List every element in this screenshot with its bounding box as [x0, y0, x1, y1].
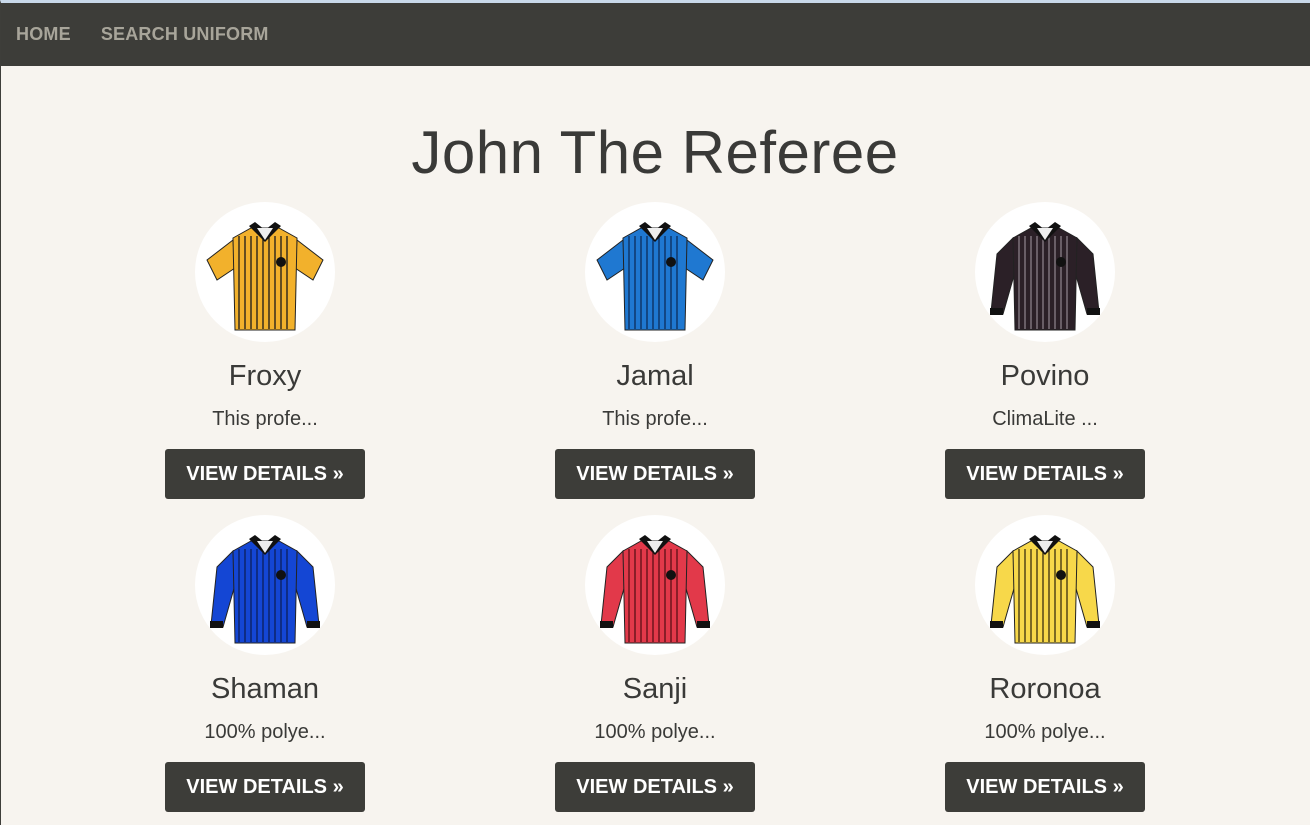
uniform-description: ClimaLite ... [992, 408, 1098, 430]
referee-shirt-icon [206, 222, 324, 331]
uniform-image[interactable] [975, 202, 1115, 342]
referee-shirt-icon [990, 222, 1100, 331]
uniform-description: This profe... [212, 408, 318, 430]
uniform-name: Roronoa [989, 673, 1101, 705]
uniform-description: 100% polye... [594, 721, 716, 743]
uniform-name: Froxy [228, 360, 302, 392]
view-details-button[interactable]: VIEW DETAILS » [165, 762, 365, 812]
uniform-name: Sanji [622, 673, 688, 705]
referee-shirt-icon [600, 535, 710, 644]
uniform-name: Povino [1000, 360, 1090, 392]
view-details-button[interactable]: VIEW DETAILS » [945, 762, 1145, 812]
uniform-description: This profe... [602, 408, 708, 430]
uniform-image[interactable] [195, 515, 335, 655]
uniform-name: Jamal [616, 360, 694, 392]
uniform-description: 100% polye... [204, 721, 326, 743]
uniform-image[interactable] [975, 515, 1115, 655]
uniform-name: Shaman [210, 673, 319, 705]
referee-shirt-icon [990, 535, 1100, 644]
uniform-image[interactable] [585, 202, 725, 342]
uniform-description: 100% polye... [984, 721, 1106, 743]
view-details-button[interactable]: VIEW DETAILS » [165, 449, 365, 499]
uniform-image[interactable] [195, 202, 335, 342]
uniform-grid: Froxy This profe... VIEW DETAILS » Jamal… [0, 0, 1310, 825]
uniform-image[interactable] [585, 515, 725, 655]
view-details-button[interactable]: VIEW DETAILS » [555, 762, 755, 812]
view-details-button[interactable]: VIEW DETAILS » [945, 449, 1145, 499]
referee-shirt-icon [210, 535, 320, 644]
view-details-button[interactable]: VIEW DETAILS » [555, 449, 755, 499]
referee-shirt-icon [596, 222, 714, 331]
